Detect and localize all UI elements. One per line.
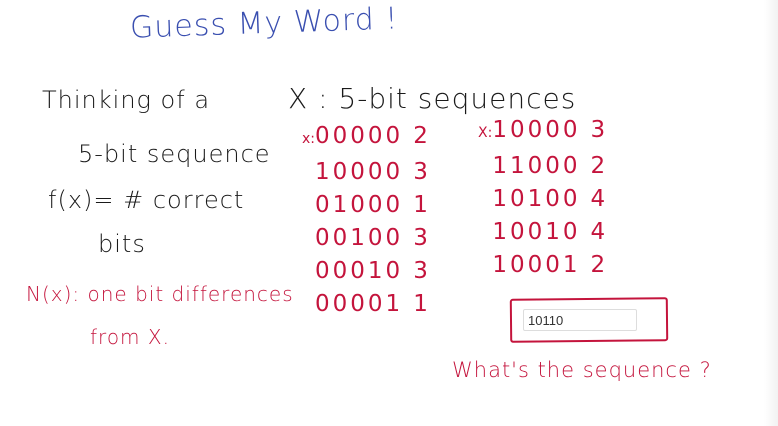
score: 1 — [413, 291, 431, 317]
note-line: 5-bit sequence — [78, 140, 271, 168]
score: 2 — [590, 153, 609, 179]
x-heading: X : 5-bit sequences — [288, 82, 577, 115]
sequence: 10000 — [492, 117, 581, 143]
score: 3 — [413, 159, 431, 185]
sequence: 01000 — [315, 192, 404, 218]
score: 1 — [413, 192, 431, 218]
left-sequence-list: x:00000 2 10000 3 01000 1 00100 3 00010 3 000… — [302, 120, 431, 321]
list-item: 00001 1 — [302, 288, 431, 321]
list-item: 10010 4 — [478, 216, 608, 249]
sequence: 00000 — [315, 123, 404, 149]
score: 3 — [413, 225, 431, 251]
list-item: 01000 1 — [302, 189, 431, 222]
sequence: 10100 — [492, 186, 581, 212]
edge-shadow — [764, 0, 778, 426]
question-prompt: What's the sequence ? — [452, 358, 712, 382]
x-prefix: x: — [302, 131, 316, 147]
note-line: Thinking of a — [42, 86, 211, 114]
score: 4 — [590, 186, 609, 212]
list-item: 00010 3 — [302, 255, 431, 288]
sequence: 10010 — [492, 219, 581, 245]
right-sequence-list: X:10000 3 11000 2 10100 4 10010 4 10001 2 — [478, 114, 608, 282]
sequence: 10000 — [315, 159, 404, 185]
page-title: Guess My Word ! — [129, 1, 399, 46]
function-definition: f(x)= # correct — [48, 186, 245, 214]
sequence: 10001 — [492, 252, 581, 278]
score: 3 — [590, 117, 609, 143]
list-item: x:00000 2 — [302, 120, 431, 156]
list-item: 10100 4 — [478, 183, 608, 216]
neighbors-definition: from X. — [90, 325, 170, 349]
score: 3 — [413, 258, 431, 284]
sequence: 00100 — [315, 225, 404, 251]
score: 4 — [590, 219, 609, 245]
sequence: 00010 — [315, 258, 404, 284]
score: 2 — [590, 252, 609, 278]
list-item: 00100 3 — [302, 222, 431, 255]
score: 2 — [413, 123, 431, 149]
function-definition: bits — [98, 230, 146, 258]
x-prefix: X: — [478, 125, 493, 141]
list-item: 10001 2 — [478, 249, 608, 282]
sequence: 11000 — [492, 153, 581, 179]
neighbors-definition: N(x): one bit differences — [26, 282, 294, 306]
list-item: 11000 2 — [478, 150, 608, 183]
list-item: 10000 3 — [302, 156, 431, 189]
answer-input[interactable] — [523, 309, 637, 331]
list-item: X:10000 3 — [478, 114, 608, 150]
sequence: 00001 — [315, 291, 404, 317]
